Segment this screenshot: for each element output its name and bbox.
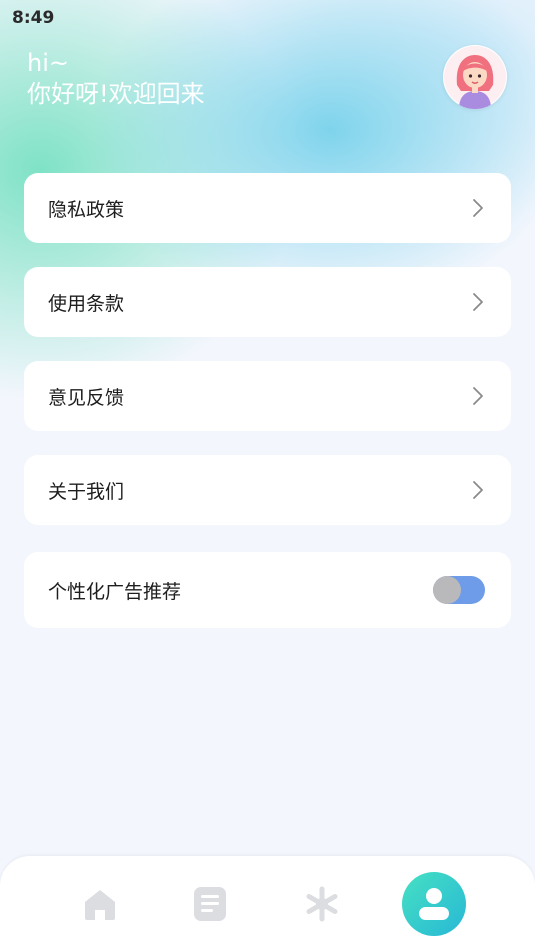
- menu-item-about-us[interactable]: 关于我们: [24, 455, 511, 525]
- chevron-right-icon: [473, 387, 483, 405]
- tab-discover[interactable]: [282, 856, 362, 951]
- menu-item-feedback[interactable]: 意见反馈: [24, 361, 511, 431]
- bottom-tab-bar: [0, 856, 535, 951]
- menu-item-personalized-ads: 个性化广告推荐: [24, 552, 511, 628]
- menu-item-label: 关于我们: [48, 480, 125, 503]
- chevron-right-icon: [473, 199, 483, 217]
- menu-item-label: 隐私政策: [48, 198, 125, 221]
- menu-item-label: 使用条款: [48, 292, 125, 315]
- tab-profile-active-indicator: [402, 871, 466, 936]
- tab-home[interactable]: [60, 856, 140, 951]
- girl-avatar-icon: [444, 46, 506, 109]
- tab-profile[interactable]: [394, 856, 474, 951]
- chevron-right-icon: [473, 293, 483, 311]
- avatar[interactable]: [443, 45, 507, 109]
- menu-item-terms-of-use[interactable]: 使用条款: [24, 267, 511, 337]
- toggle-knob: [433, 576, 461, 604]
- status-time: 8:49: [12, 8, 55, 28]
- sparkle-icon: [306, 886, 338, 921]
- chevron-right-icon: [473, 481, 483, 499]
- menu-item-privacy-policy[interactable]: 隐私政策: [24, 173, 511, 243]
- menu-item-label: 个性化广告推荐: [48, 580, 182, 603]
- menu-item-label: 意见反馈: [48, 386, 125, 409]
- personalized-ads-toggle[interactable]: [433, 576, 485, 604]
- tab-documents[interactable]: [170, 856, 250, 951]
- greeting-welcome: 你好呀!欢迎回来: [27, 80, 205, 108]
- home-icon: [85, 889, 115, 920]
- greeting-hi: hi~: [27, 49, 69, 77]
- document-icon: [194, 886, 226, 921]
- profile-icon: [419, 887, 449, 920]
